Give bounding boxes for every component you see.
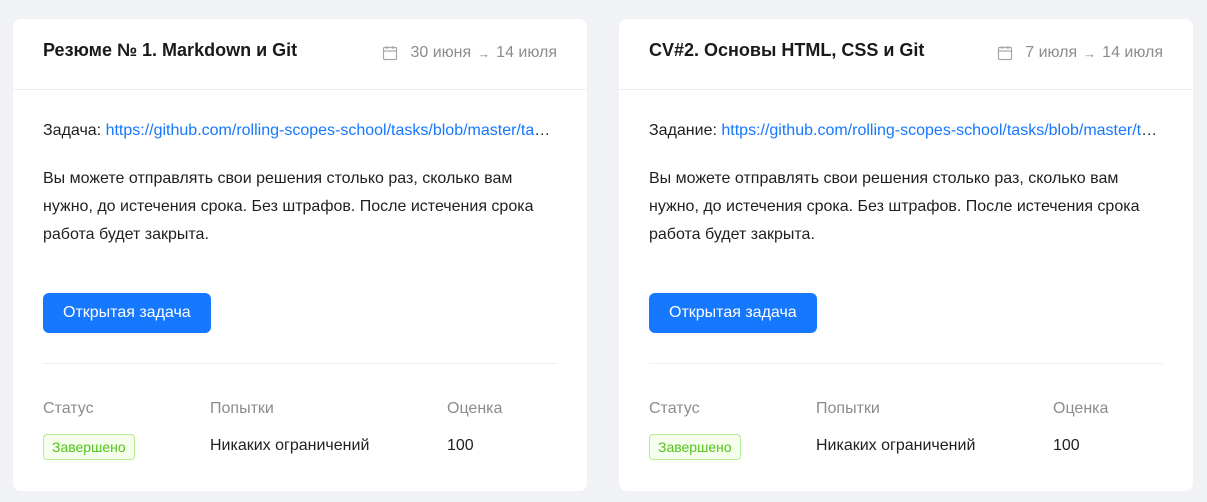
score-header: Оценка bbox=[1053, 400, 1109, 417]
status-badge: Завершено bbox=[43, 434, 135, 460]
attempts-value: Никаких ограничений bbox=[816, 437, 976, 454]
task-label: Задача: bbox=[43, 122, 102, 139]
card-title: Резюме № 1. Markdown и Git bbox=[43, 40, 298, 60]
score-value: 100 bbox=[1053, 437, 1080, 454]
divider bbox=[43, 363, 557, 364]
open-task-button[interactable]: Открытая задача bbox=[43, 293, 211, 333]
date-end: 14 июля bbox=[496, 44, 557, 61]
date-start: 30 июня bbox=[410, 44, 472, 61]
task-label: Задание: bbox=[649, 122, 717, 139]
status-badge: Завершено bbox=[649, 434, 741, 460]
card-header: CV#2. Основы HTML, CSS и Git 7 июля → 14… bbox=[619, 19, 1193, 90]
attempts-header: Попытки bbox=[210, 400, 274, 417]
date-start: 7 июля bbox=[1025, 44, 1078, 61]
card-dates: 30 июня → 14 июля bbox=[382, 44, 557, 62]
status-header: Статус bbox=[649, 400, 700, 417]
task-description: Вы можете отправлять свои решения стольк… bbox=[649, 170, 1140, 243]
attempts-value: Никаких ограничений bbox=[210, 437, 370, 454]
task-description: Вы можете отправлять свои решения стольк… bbox=[43, 170, 534, 243]
divider bbox=[649, 363, 1163, 364]
task-link[interactable]: https://github.com/rolling-scopes-school… bbox=[721, 122, 1163, 139]
task-line: Задание: https://github.com/rolling-scop… bbox=[649, 122, 1163, 140]
arrow-right-icon: → bbox=[477, 45, 491, 61]
task-card: Резюме № 1. Markdown и Git 30 июня → 14 … bbox=[13, 19, 587, 491]
status-header: Статус bbox=[43, 400, 94, 417]
calendar-icon bbox=[383, 46, 398, 61]
attempts-header: Попытки bbox=[816, 400, 880, 417]
arrow-right-icon: → bbox=[1083, 45, 1097, 61]
score-value: 100 bbox=[447, 437, 474, 454]
calendar-icon bbox=[998, 46, 1013, 61]
task-line: Задача: https://github.com/rolling-scope… bbox=[43, 122, 557, 140]
open-task-button[interactable]: Открытая задача bbox=[649, 293, 817, 333]
date-end: 14 июля bbox=[1102, 44, 1163, 61]
task-card: CV#2. Основы HTML, CSS и Git 7 июля → 14… bbox=[619, 19, 1193, 491]
task-link[interactable]: https://github.com/rolling-scopes-school… bbox=[106, 122, 557, 139]
card-title: CV#2. Основы HTML, CSS и Git bbox=[649, 40, 925, 60]
score-header: Оценка bbox=[447, 400, 503, 417]
card-dates: 7 июля → 14 июля bbox=[997, 44, 1163, 62]
card-header: Резюме № 1. Markdown и Git 30 июня → 14 … bbox=[13, 19, 587, 90]
